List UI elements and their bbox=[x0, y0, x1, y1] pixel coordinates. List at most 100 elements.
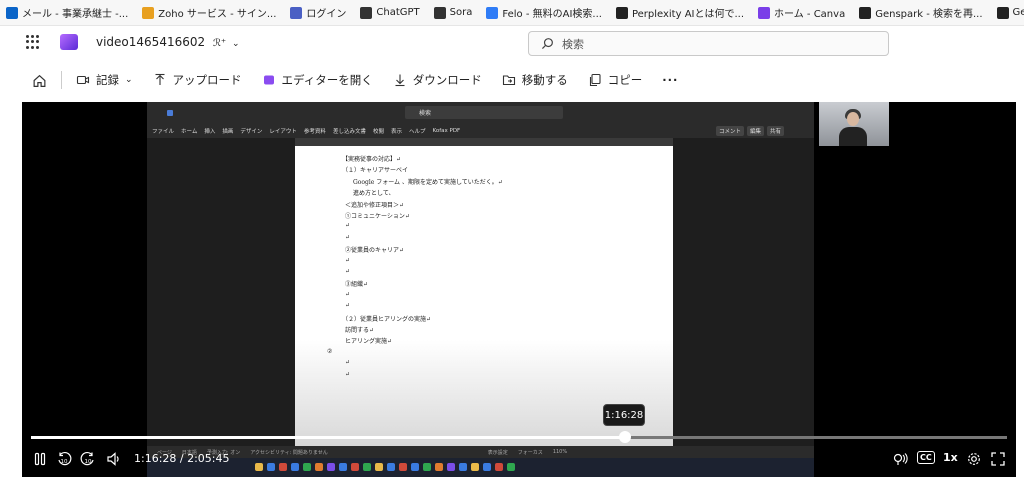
playback-speed-button[interactable]: 1x bbox=[943, 451, 958, 464]
bookmark-label: Genspark - 検索を再... bbox=[875, 9, 983, 20]
taskbar-app-icon bbox=[387, 463, 395, 471]
taskbar-app-icon bbox=[459, 463, 467, 471]
captions-icon: CC bbox=[917, 451, 935, 464]
taskbar-app-icon bbox=[375, 463, 383, 471]
bookmark-item[interactable]: Felo - 無料のAI検索... bbox=[486, 5, 602, 20]
document-line: ↵ bbox=[345, 359, 351, 367]
taskbar-app-icon bbox=[507, 463, 515, 471]
taskbar-app-icon bbox=[447, 463, 455, 471]
document-line: ②従業員のキャリア↵ bbox=[345, 247, 405, 255]
bookmark-favicon-icon bbox=[142, 6, 155, 19]
home-icon bbox=[33, 74, 46, 87]
bookmark-favicon-icon bbox=[433, 6, 446, 19]
download-icon bbox=[395, 74, 405, 87]
app-launcher-icon[interactable] bbox=[26, 35, 40, 49]
progress-fill bbox=[31, 436, 625, 439]
bookmark-favicon-icon bbox=[859, 6, 872, 19]
bookmark-favicon-icon bbox=[6, 6, 18, 19]
copy-icon bbox=[589, 73, 601, 87]
bookmark-label: Genspark Agents bbox=[1012, 7, 1024, 18]
video-frame-screen-recording: 検索 ファイル ホーム 挿入 描画 デザイン レイアウト 参考資料 差し込み文書 校閲 表示 ヘルプ… bbox=[147, 102, 814, 477]
search-icon bbox=[541, 38, 553, 50]
app-header: video1465416602 ℛ⁺ ⌄ 検索 bbox=[0, 26, 1024, 60]
document-line: ↵ bbox=[345, 290, 351, 298]
pause-icon bbox=[34, 452, 46, 466]
share-people-icon[interactable]: ℛ⁺ bbox=[213, 38, 226, 49]
document-line: ①コミュニケーション↵ bbox=[345, 213, 410, 220]
download-button[interactable]: ダウンロード bbox=[383, 66, 492, 94]
bookmark-item[interactable]: メール - 事業承継士 -... bbox=[6, 5, 128, 20]
bookmark-label: Perplexity AIとは何で... bbox=[631, 9, 745, 20]
word-status-item: 表示設定 bbox=[487, 449, 508, 456]
search-box[interactable]: 検索 bbox=[528, 31, 889, 56]
document-line: 訪問する↵ bbox=[345, 327, 375, 334]
volume-button[interactable] bbox=[106, 451, 122, 467]
skip-forward-10-icon: 10 bbox=[80, 451, 94, 466]
document-line: ヒアリング実施↵ bbox=[345, 338, 393, 346]
document-line: （１）キャリアサーベイ bbox=[342, 167, 409, 175]
taskbar-app-icon bbox=[351, 463, 359, 471]
word-menu-item: 差し込み文書 bbox=[332, 129, 366, 135]
copy-button[interactable]: コピー bbox=[578, 66, 653, 94]
home-button[interactable] bbox=[22, 66, 57, 94]
open-editor-button[interactable]: エディターを開く bbox=[252, 66, 383, 94]
captions-button[interactable]: CC bbox=[917, 451, 935, 464]
bookmark-label: ChatGPT bbox=[376, 7, 420, 18]
bookmark-item[interactable]: Perplexity AIとは何で... bbox=[615, 5, 745, 20]
document-line: Google フォーム 、期限を定めて実施していただく。↵ bbox=[353, 178, 503, 186]
document-line: ＜追加や修正項目＞↵ bbox=[345, 201, 405, 209]
upload-button[interactable]: アップロード bbox=[143, 66, 252, 94]
video-title[interactable]: video1465416602 ℛ⁺ ⌄ bbox=[96, 35, 240, 49]
word-status-item: 110% bbox=[552, 449, 568, 455]
bookmark-label: ログイン bbox=[306, 9, 347, 20]
progress-knob[interactable] bbox=[618, 431, 631, 443]
bookmark-item[interactable]: Genspark - 検索を再... bbox=[859, 5, 983, 20]
skip-forward-button[interactable]: 10 bbox=[80, 451, 96, 467]
bookmark-item[interactable]: Zoho サービス - サイン... bbox=[142, 5, 276, 20]
document-line: ② bbox=[327, 347, 333, 355]
record-icon bbox=[76, 75, 90, 85]
taskbar-app-icon bbox=[327, 463, 335, 471]
more-options-button[interactable]: ··· bbox=[652, 66, 688, 94]
taskbar-app-icon bbox=[411, 463, 419, 471]
word-ribbon-button: 編集 bbox=[746, 126, 764, 136]
taskbar-app-icon bbox=[435, 463, 443, 471]
video-player[interactable]: 検索 ファイル ホーム 挿入 描画 デザイン レイアウト 参考資料 差し込み文書 校閲 表示 ヘルプ… bbox=[22, 102, 1016, 477]
webcam-overlay bbox=[819, 102, 889, 146]
document-line: ↵ bbox=[345, 268, 351, 275]
record-button[interactable]: 記録 ⌄ bbox=[66, 66, 143, 94]
document-line: 【実務従事の対応】↵ bbox=[342, 156, 402, 163]
move-button[interactable]: 移動する bbox=[492, 66, 578, 94]
taskbar-app-icon bbox=[339, 463, 347, 471]
document-line: ↵ bbox=[345, 256, 351, 264]
fullscreen-button[interactable] bbox=[990, 451, 1006, 467]
taskbar-app-icon bbox=[255, 463, 263, 471]
pause-button[interactable] bbox=[32, 451, 48, 467]
word-ribbon-button: 共有 bbox=[766, 126, 784, 136]
bookmark-label: Sora bbox=[449, 7, 473, 18]
bookmark-label: メール - 事業承継士 -... bbox=[22, 9, 129, 20]
bookmark-item[interactable]: ホーム - Canva bbox=[758, 5, 845, 20]
bookmark-favicon-icon bbox=[615, 6, 628, 19]
bookmark-label: Felo - 無料のAI検索... bbox=[502, 9, 602, 20]
bookmark-label: ホーム - Canva bbox=[774, 9, 846, 20]
chevron-down-icon[interactable]: ⌄ bbox=[232, 39, 240, 49]
bookmark-item[interactable]: Sora bbox=[433, 6, 473, 19]
word-menu-item: レイアウト bbox=[269, 129, 297, 135]
word-status-item: フォーカス bbox=[517, 449, 543, 456]
bookmarks-bar: メール - 事業承継士 -... Zoho サービス - サイン... ログイン Ch… bbox=[0, 0, 1024, 26]
word-menu-item: 挿入 bbox=[204, 129, 216, 135]
skip-back-button[interactable]: 10 bbox=[56, 451, 72, 467]
audio-description-button[interactable] bbox=[892, 451, 908, 467]
bookmark-favicon-icon bbox=[758, 6, 771, 19]
settings-button[interactable] bbox=[966, 451, 982, 467]
bookmark-item[interactable]: ChatGPT bbox=[360, 6, 420, 19]
upload-icon bbox=[155, 73, 165, 85]
document-line: ③組織↵ bbox=[345, 281, 369, 289]
taskbar-app-icon bbox=[471, 463, 479, 471]
bookmark-item[interactable]: ログイン bbox=[290, 5, 346, 20]
bookmark-item[interactable]: Genspark Agents bbox=[996, 6, 1024, 19]
document-line: ↵ bbox=[345, 302, 351, 310]
taskbar-app-icon bbox=[303, 463, 311, 471]
progress-bar[interactable] bbox=[31, 431, 1007, 443]
